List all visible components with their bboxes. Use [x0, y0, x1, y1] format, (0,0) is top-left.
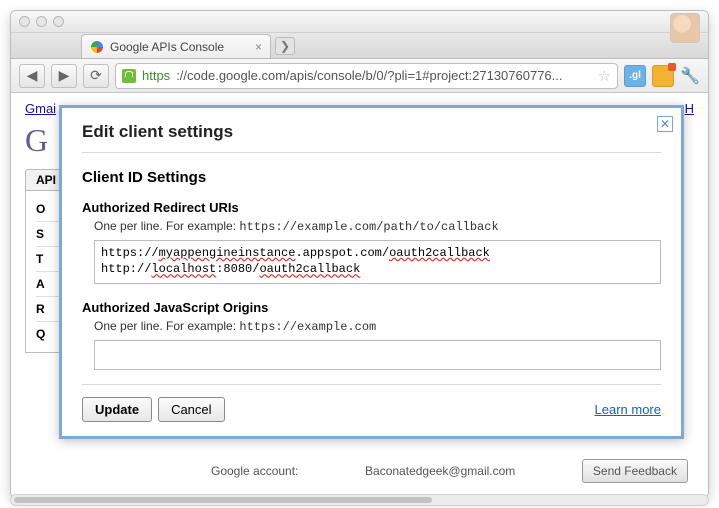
- notification-badge-icon: [668, 63, 676, 71]
- extension-googl-button[interactable]: .gl: [624, 65, 646, 87]
- profile-avatar-icon[interactable]: [670, 13, 700, 43]
- reload-button[interactable]: ⟳: [83, 64, 109, 88]
- hint-prefix: One per line. For example:: [94, 219, 239, 233]
- lock-icon: [122, 69, 136, 83]
- edit-client-settings-dialog: ✕ Edit client settings Client ID Setting…: [59, 105, 684, 439]
- dialog-actions: Update Cancel Learn more: [82, 384, 661, 422]
- url-rest: ://code.google.com/apis/console/b/0/?pli…: [176, 68, 562, 83]
- redirect-uris-label: Authorized Redirect URIs: [82, 200, 661, 215]
- forward-button[interactable]: ▶: [51, 64, 77, 88]
- modal-overlay: ✕ Edit client settings Client ID Setting…: [11, 93, 708, 497]
- learn-more-link[interactable]: Learn more: [595, 402, 661, 417]
- close-tab-icon[interactable]: ×: [255, 40, 262, 54]
- dialog-title: Edit client settings: [82, 122, 661, 152]
- redirect-uris-textarea[interactable]: https://myappengineinstance.appspot.com/…: [94, 240, 661, 284]
- hint-example: https://example.com/path/to/callback: [239, 220, 498, 234]
- divider: [82, 152, 661, 153]
- zoom-window-button[interactable]: [53, 16, 64, 27]
- section-client-id-settings: Client ID Settings: [82, 169, 661, 186]
- scrollbar-thumb[interactable]: [14, 497, 432, 503]
- tab-bar: Google APIs Console × ❯: [11, 33, 708, 59]
- traffic-lights: [19, 16, 64, 27]
- google-favicon-icon: [90, 40, 104, 54]
- close-window-button[interactable]: [19, 16, 30, 27]
- address-bar[interactable]: https ://code.google.com/apis/console/b/0…: [115, 63, 618, 89]
- js-origins-label: Authorized JavaScript Origins: [82, 300, 661, 315]
- hint-example: https://example.com: [239, 320, 376, 334]
- browser-window: Google APIs Console × ❯ ◀ ▶ ⟳ https ://co…: [10, 10, 709, 498]
- extension-notify-button[interactable]: [652, 65, 674, 87]
- page-viewport: Gmai H G API O S T A R Q Google account:…: [11, 93, 708, 497]
- browser-tab[interactable]: Google APIs Console ×: [81, 34, 271, 58]
- url-scheme: https: [142, 68, 170, 83]
- browser-toolbar: ◀ ▶ ⟳ https ://code.google.com/apis/conso…: [11, 59, 708, 93]
- js-origins-textarea[interactable]: [94, 340, 661, 370]
- extension-label: .gl: [629, 70, 641, 81]
- tab-title: Google APIs Console: [110, 40, 224, 54]
- wrench-menu-icon[interactable]: 🔧: [680, 66, 700, 86]
- close-dialog-button[interactable]: ✕: [657, 116, 673, 132]
- update-button[interactable]: Update: [82, 397, 152, 422]
- js-origins-hint: One per line. For example: https://examp…: [94, 319, 661, 334]
- redirect-uris-hint: One per line. For example: https://examp…: [94, 219, 661, 234]
- new-tab-button[interactable]: ❯: [275, 37, 295, 55]
- cancel-button[interactable]: Cancel: [158, 397, 224, 422]
- horizontal-scrollbar[interactable]: [10, 494, 709, 506]
- hint-prefix: One per line. For example:: [94, 319, 239, 333]
- minimize-window-button[interactable]: [36, 16, 47, 27]
- back-button[interactable]: ◀: [19, 64, 45, 88]
- window-titlebar: [11, 11, 708, 33]
- bookmark-star-icon[interactable]: ☆: [598, 67, 611, 85]
